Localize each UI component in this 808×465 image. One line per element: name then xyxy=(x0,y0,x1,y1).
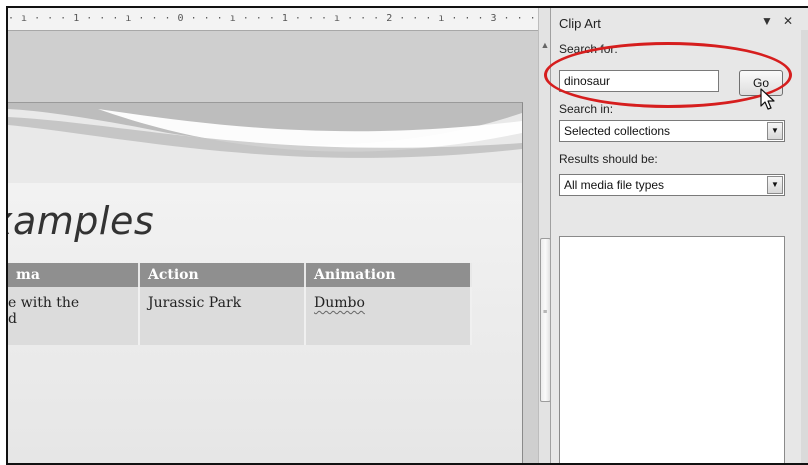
search-in-label: Search in: xyxy=(559,102,614,116)
table-cell[interactable]: e with the d xyxy=(8,287,140,345)
chevron-down-icon[interactable]: ▼ xyxy=(767,122,783,140)
swoosh-decoration xyxy=(8,103,522,183)
table-cell[interactable]: Jurassic Park xyxy=(139,287,306,345)
table-header-cell[interactable]: Action xyxy=(139,263,306,287)
results-type-label: Results should be: xyxy=(559,152,658,166)
table-header-cell[interactable]: Animation xyxy=(305,263,472,287)
search-for-label: Search for: xyxy=(559,42,618,56)
close-icon[interactable]: ✕ xyxy=(783,14,793,28)
spellcheck-word: Dumbo xyxy=(314,295,365,311)
slide-table[interactable]: ma Action Animation e with the d Jurassi… xyxy=(8,263,472,345)
table-header-row: ma Action Animation xyxy=(8,263,472,287)
table-cell[interactable]: Dumbo xyxy=(305,287,472,345)
grip-icon: ≡ xyxy=(543,309,548,316)
pane-scrollbar[interactable] xyxy=(801,30,808,463)
slide-title[interactable]: xamples xyxy=(8,199,154,243)
chevron-down-icon[interactable]: ▼ xyxy=(767,176,783,194)
cell-line: e with the xyxy=(8,295,80,311)
search-in-value: Selected collections xyxy=(564,124,671,138)
document-area: · ı · · · 1 · · · ı · · · 0 · · · ı · · … xyxy=(8,8,540,463)
table-row: e with the d Jurassic Park Dumbo xyxy=(8,287,472,345)
slide[interactable]: xamples ma Action Animation e with the d… xyxy=(8,102,523,463)
pane-menu-icon[interactable]: ▼ xyxy=(761,14,773,28)
window-frame: · ı · · · 1 · · · ı · · · 0 · · · ı · · … xyxy=(6,6,808,465)
horizontal-ruler: · ı · · · 1 · · · ı · · · 0 · · · ı · · … xyxy=(8,8,540,31)
scroll-up-icon[interactable]: ▲ xyxy=(540,40,550,50)
results-list[interactable] xyxy=(559,236,785,463)
results-type-select[interactable]: All media file types ▼ xyxy=(559,174,785,196)
search-in-select[interactable]: Selected collections ▼ xyxy=(559,120,785,142)
clip-art-pane: Clip Art ▼ ✕ Search for: dinosaur Go Sea… xyxy=(550,8,808,463)
cell-line: d xyxy=(8,311,17,327)
table-header-cell[interactable]: ma xyxy=(8,263,140,287)
search-input[interactable]: dinosaur xyxy=(559,70,719,92)
pane-title: Clip Art xyxy=(559,16,601,31)
results-type-value: All media file types xyxy=(564,178,665,192)
mouse-cursor-icon xyxy=(760,88,775,110)
